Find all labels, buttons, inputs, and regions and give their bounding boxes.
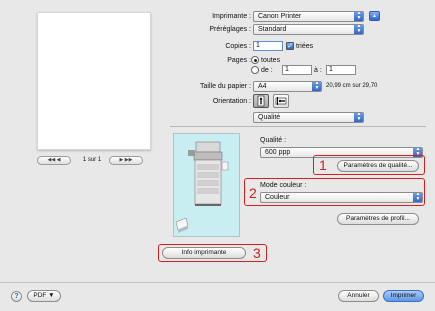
popup-arrows-icon: ▲ ▼ <box>312 82 321 91</box>
quality-settings-button[interactable]: Paramètres de qualité... <box>337 160 419 172</box>
print-button[interactable]: Imprimer <box>383 290 424 302</box>
pages-range-radio[interactable] <box>251 66 259 74</box>
pages-from-label: de : <box>261 67 273 74</box>
preview-nav-first-prev[interactable]: ◀◀ ◀ <box>37 156 71 165</box>
orientation-landscape-button[interactable] <box>273 94 289 108</box>
copies-field[interactable]: 1 <box>253 41 283 51</box>
printer-image-panel <box>173 133 240 237</box>
cancel-button[interactable]: Annuler <box>338 290 379 302</box>
sorted-label: triées <box>296 43 314 50</box>
section-value: Qualité <box>258 114 281 121</box>
printer-info-button[interactable]: Info imprimante <box>162 247 246 259</box>
popup-arrows-icon: ▲ ▼ <box>354 25 363 34</box>
preview-nav-next-last[interactable]: ▶ ▶▶ <box>109 156 143 165</box>
popup-arrows-icon: ▲ ▼ <box>354 113 363 122</box>
landscape-person-icon <box>275 97 287 105</box>
portrait-person-icon <box>257 95 265 107</box>
callout-number-2: 2 <box>249 185 257 201</box>
color-mode-value: Couleur <box>265 194 290 201</box>
page-indicator: 1 sur 1 <box>82 157 102 163</box>
pages-label: Pages : <box>227 57 251 64</box>
paper-size-value: A4 <box>258 83 267 90</box>
presets-value: Standard <box>258 26 287 33</box>
printer-value: Canon Printer <box>258 13 302 20</box>
paper-size-popup[interactable]: A4 ▲ ▼ <box>253 81 322 92</box>
pages-all-radio[interactable] <box>251 56 259 64</box>
pages-from-field[interactable]: 1 <box>282 65 312 75</box>
pages-to-label: à : <box>314 67 322 74</box>
printer-popup[interactable]: Canon Printer ▲ ▼ <box>253 11 364 22</box>
popup-arrows-icon: ▲ ▼ <box>413 193 422 202</box>
pages-to-field[interactable]: 1 <box>326 65 356 75</box>
last-page-icon[interactable]: ▶▶ <box>125 157 133 163</box>
help-icon: ? <box>14 293 19 300</box>
orientation-portrait-button[interactable] <box>253 94 269 108</box>
sorted-checkbox[interactable]: ✓ <box>286 42 294 50</box>
section-divider <box>170 126 426 127</box>
page-preview <box>37 12 151 150</box>
color-mode-label: Mode couleur : <box>260 182 307 189</box>
first-page-icon[interactable]: ◀◀ <box>48 157 56 163</box>
orientation-label: Orientation : <box>212 98 251 105</box>
prev-page-icon[interactable]: ◀ <box>57 157 61 163</box>
color-mode-popup[interactable]: Couleur ▲ ▼ <box>260 192 423 203</box>
presets-label: Préréglages : <box>209 26 251 33</box>
section-popup[interactable]: Qualité ▲ ▼ <box>253 112 364 123</box>
bottom-divider <box>0 282 435 283</box>
disclosure-triangle-icon: ▲ <box>372 13 377 19</box>
presets-popup[interactable]: Standard ▲ ▼ <box>253 24 364 35</box>
pages-all-label: toutes <box>261 57 281 64</box>
printer-label: Imprimante : <box>212 13 251 20</box>
quality-label: Qualité : <box>260 137 287 144</box>
popup-arrows-icon: ▲ ▼ <box>354 12 363 21</box>
pdf-menu-button[interactable]: PDF ▼ <box>27 290 61 302</box>
quality-value: 600 ppp <box>265 149 291 156</box>
profile-settings-button[interactable]: Paramètres de profil... <box>337 213 419 225</box>
printer-device-icon <box>175 141 229 233</box>
copies-label: Copies : <box>225 43 251 50</box>
help-button[interactable]: ? <box>11 291 22 302</box>
callout-number-1: 1 <box>319 157 327 173</box>
expand-dialog-button[interactable]: ▲ <box>369 11 380 21</box>
callout-number-3: 3 <box>253 245 261 261</box>
paper-size-label: Taille du papier : <box>200 83 251 90</box>
paper-dimensions: 20,99 cm sur 29,70 <box>326 83 378 89</box>
next-page-icon[interactable]: ▶ <box>120 157 124 163</box>
